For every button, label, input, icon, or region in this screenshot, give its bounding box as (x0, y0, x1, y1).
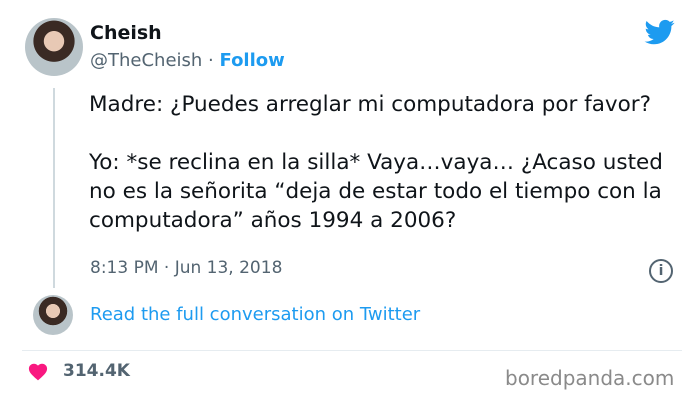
watermark: boredpanda.com (505, 366, 675, 390)
like-count[interactable]: 314.4K (63, 361, 130, 381)
read-conversation-link[interactable]: Read the full conversation on Twitter (90, 304, 420, 325)
thread-line (53, 88, 55, 288)
conversation-avatar[interactable] (33, 295, 73, 335)
handle-line: @TheCheish · Follow (90, 50, 285, 71)
heart-icon[interactable] (27, 361, 49, 381)
avatar[interactable] (25, 18, 83, 76)
display-name[interactable]: Cheish (90, 22, 162, 44)
tweet-timestamp[interactable]: 8:13 PM · Jun 13, 2018 (90, 258, 282, 278)
separator: · (202, 50, 220, 71)
info-icon[interactable]: i (649, 259, 673, 283)
follow-button[interactable]: Follow (220, 50, 285, 71)
tweet-text: Madre: ¿Puedes arreglar mi computadora p… (89, 92, 663, 233)
user-handle[interactable]: @TheCheish (90, 50, 202, 71)
twitter-bird-icon[interactable] (643, 17, 677, 47)
divider (22, 350, 682, 351)
